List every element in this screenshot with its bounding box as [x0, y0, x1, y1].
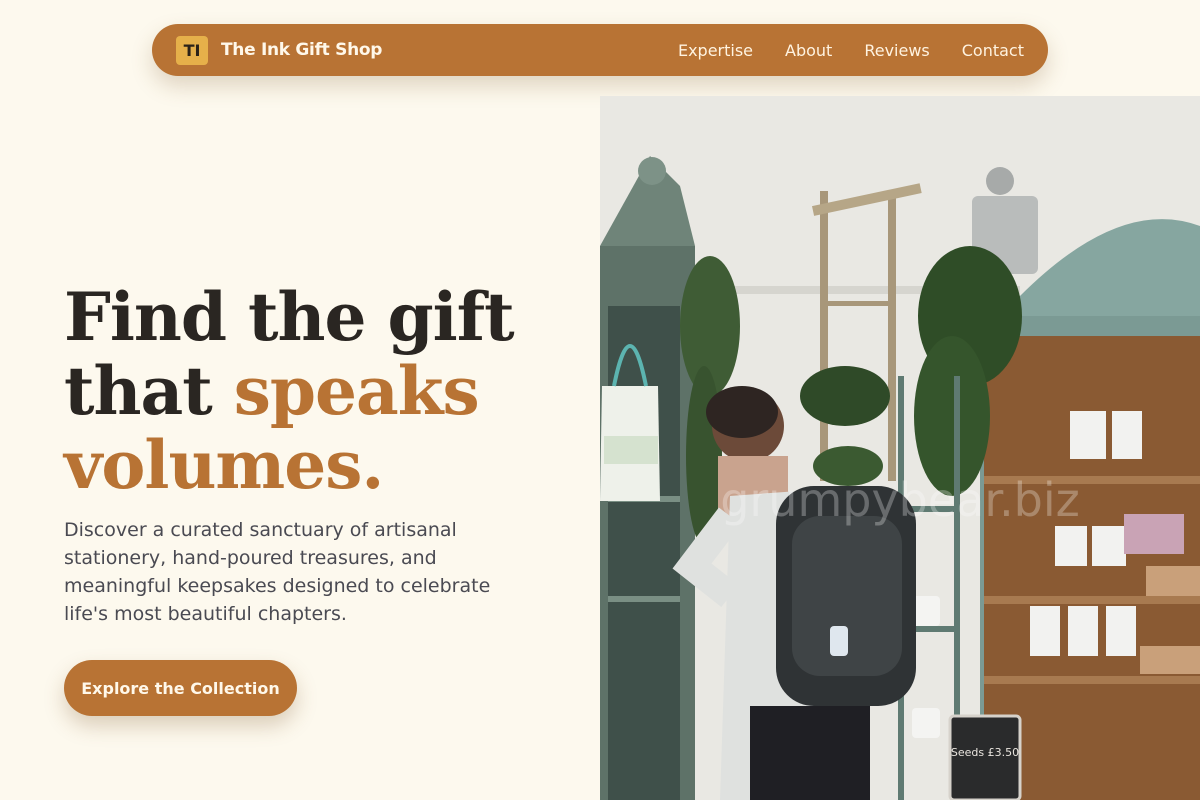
- hero-title-accent-speaks: speaks: [233, 352, 480, 430]
- watermark-text: grumpybear.biz: [720, 473, 1080, 527]
- nav-link-reviews[interactable]: Reviews: [864, 41, 929, 60]
- nav-link-about[interactable]: About: [785, 41, 832, 60]
- explore-collection-button[interactable]: Explore the Collection: [64, 660, 297, 716]
- hero-title: Find the gift that speaks volumes.: [64, 280, 584, 502]
- hero-title-line2: that: [64, 352, 234, 430]
- brand-name: The Ink Gift Shop: [221, 40, 383, 60]
- logo-badge: TI: [176, 35, 208, 65]
- shop-photo-illustration: Seeds £3.50 grumpybear.biz: [600, 96, 1200, 800]
- chalkboard-text: Seeds £3.50: [951, 746, 1019, 759]
- nav-link-expertise[interactable]: Expertise: [678, 41, 753, 60]
- nav-links: Expertise About Reviews Contact: [678, 41, 1024, 60]
- nav-link-contact[interactable]: Contact: [962, 41, 1024, 60]
- brand[interactable]: TI The Ink Gift Shop: [176, 35, 383, 65]
- hero-photo-shop-interior: Seeds £3.50 grumpybear.biz: [600, 96, 1200, 800]
- hero-title-accent-volumes: volumes.: [64, 426, 384, 504]
- top-nav: TI The Ink Gift Shop Expertise About Rev…: [152, 24, 1048, 76]
- hero-title-line1: Find the gift: [64, 278, 515, 356]
- hero-description: Discover a curated sanctuary of artisana…: [64, 519, 491, 625]
